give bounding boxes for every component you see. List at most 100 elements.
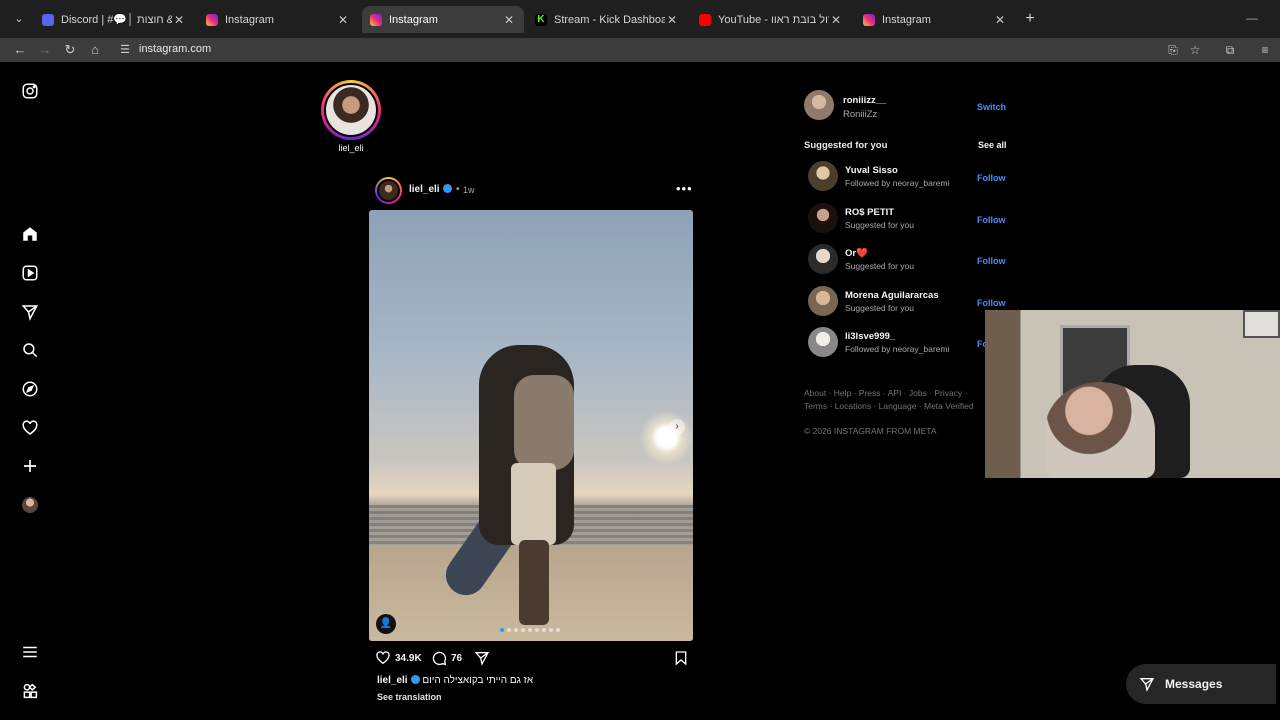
comment-button[interactable]: 76: [431, 650, 462, 666]
current-username[interactable]: roniiizz__: [843, 95, 886, 106]
post-avatar[interactable]: [375, 177, 402, 204]
comment-icon: [432, 651, 447, 666]
list-item: Morena Aguilararcas Suggested for you Fo…: [808, 286, 1006, 318]
bookmark-icon: [675, 651, 687, 666]
tab-title: Instagram: [389, 13, 438, 26]
address-bar: ← → ↻ ⌂ ☰ instagram.com ⎘ ☆ ⧉ ≡: [0, 38, 1280, 62]
left-navigation: [5, 66, 55, 720]
follow-button[interactable]: Follow: [977, 215, 1006, 225]
instagram-logo-icon[interactable]: [19, 80, 41, 102]
new-tab-button[interactable]: +: [1022, 11, 1038, 27]
messages-button[interactable]: Messages: [1126, 664, 1276, 704]
caption-username[interactable]: liel_eli: [377, 675, 408, 686]
home-icon[interactable]: ⌂: [86, 41, 104, 59]
bookmark-star-icon[interactable]: ☆: [1186, 41, 1204, 59]
carousel-dot: [549, 628, 553, 632]
carousel-next-icon[interactable]: ›: [669, 419, 685, 435]
tab-title: Discord | #💬│ מיסים & חוצות: [61, 14, 172, 26]
avatar[interactable]: [808, 286, 838, 316]
follow-button[interactable]: Follow: [977, 298, 1006, 308]
tab-title: Stream - Kick Dashboard: [554, 13, 665, 26]
direct-messages-icon[interactable]: [19, 301, 41, 323]
post-username[interactable]: liel_eli: [409, 184, 452, 195]
avatar[interactable]: [808, 327, 838, 357]
photo-figure: [519, 540, 549, 625]
suggestion-username[interactable]: Or❤️: [845, 248, 868, 259]
install-app-icon[interactable]: ⎘: [1164, 41, 1182, 59]
also-from-meta-icon[interactable]: [19, 680, 41, 702]
post-image[interactable]: › 👤: [369, 210, 693, 641]
suggestion-subtitle: Suggested for you: [845, 303, 914, 313]
more-options-icon[interactable]: •••: [676, 181, 693, 196]
avatar[interactable]: [808, 161, 838, 191]
suggestion-username[interactable]: Yuval Sisso: [845, 165, 898, 176]
carousel-dots: [500, 628, 560, 632]
more-menu-icon[interactable]: [19, 641, 41, 663]
notifications-heart-icon[interactable]: [19, 417, 41, 439]
see-all-link[interactable]: See all: [978, 140, 1007, 150]
story-username: liel_eli: [338, 143, 364, 153]
post-actions: 34.9K 76: [375, 650, 693, 668]
home-icon[interactable]: [19, 223, 41, 245]
create-plus-icon[interactable]: [19, 455, 41, 477]
media-icon[interactable]: ≡: [1256, 41, 1274, 59]
follow-button[interactable]: Follow: [977, 256, 1006, 266]
close-icon[interactable]: ✕: [502, 13, 516, 27]
back-icon[interactable]: ←: [11, 41, 29, 59]
extensions-icon[interactable]: ⧉: [1221, 41, 1239, 59]
url-field[interactable]: instagram.com: [139, 43, 211, 55]
minimize-icon[interactable]: —: [1246, 11, 1258, 25]
list-item: Yuval Sisso Followed by neoray_baremi Fo…: [808, 161, 1006, 193]
verified-badge-icon: [442, 184, 452, 193]
tab-kick[interactable]: K Stream - Kick Dashboard ✕: [527, 6, 687, 33]
story-ring: [321, 80, 381, 140]
instagram-icon: [863, 13, 875, 26]
suggestion-username[interactable]: li3lsve999_: [845, 331, 895, 342]
tagged-user-icon[interactable]: 👤: [376, 614, 396, 634]
webcam-overlay: [985, 310, 1280, 478]
forward-icon[interactable]: →: [36, 41, 54, 59]
tab-discord[interactable]: Discord | #💬│ מיסים & חוצות ✕: [34, 6, 194, 33]
avatar[interactable]: [808, 244, 838, 274]
post-time[interactable]: 1w: [463, 185, 475, 195]
messages-icon: [1139, 678, 1155, 692]
close-icon[interactable]: ✕: [665, 13, 679, 27]
list-item: li3lsve999_ Followed by neoray_baremi Fo…: [808, 327, 1006, 359]
site-info-icon[interactable]: ☰: [118, 43, 132, 57]
close-icon[interactable]: ✕: [336, 13, 350, 27]
close-icon[interactable]: ✕: [829, 13, 843, 27]
avatar[interactable]: [808, 203, 838, 233]
like-button[interactable]: 34.9K: [375, 650, 422, 666]
copyright: © 2026 INSTAGRAM FROM META: [804, 426, 937, 436]
story-item[interactable]: liel_eli: [321, 80, 381, 153]
avatar: [22, 497, 38, 513]
follow-button[interactable]: Follow: [977, 173, 1006, 183]
switch-account-button[interactable]: Switch: [977, 102, 1006, 112]
tab-instagram-1[interactable]: Instagram ✕: [198, 6, 358, 33]
close-icon[interactable]: ✕: [993, 13, 1007, 27]
save-button[interactable]: [673, 650, 693, 666]
reload-icon[interactable]: ↻: [61, 41, 79, 59]
current-display-name: RoniiiZz: [843, 109, 878, 120]
instagram-icon: [370, 13, 382, 26]
reels-icon[interactable]: [19, 262, 41, 284]
tab-instagram-3[interactable]: Instagram ✕: [855, 6, 1015, 33]
suggestion-subtitle: Followed by neoray_baremi: [845, 178, 950, 188]
separator-dot: •: [456, 184, 460, 195]
see-translation-link[interactable]: See translation: [377, 692, 442, 702]
footer-links[interactable]: About · Help · Press · API · Jobs · Priv…: [804, 387, 984, 413]
tab-youtube[interactable]: YouTube - האח הגדול בובת ראוו ✕: [691, 6, 851, 33]
search-icon[interactable]: [19, 339, 41, 361]
share-button[interactable]: [474, 650, 494, 666]
avatar[interactable]: [804, 90, 834, 120]
suggestion-username[interactable]: Morena Aguilararcas: [845, 290, 939, 301]
tab-instagram-active[interactable]: Instagram ✕: [362, 6, 524, 33]
kick-icon: K: [535, 13, 547, 26]
instagram-icon: [206, 13, 218, 26]
profile-avatar[interactable]: [19, 494, 41, 516]
close-icon[interactable]: ✕: [172, 13, 186, 27]
tab-search-icon[interactable]: ⌄: [10, 11, 28, 27]
photo-sun: [639, 410, 693, 465]
explore-icon[interactable]: [19, 378, 41, 400]
suggestion-username[interactable]: RO$ PETIT: [845, 207, 894, 218]
